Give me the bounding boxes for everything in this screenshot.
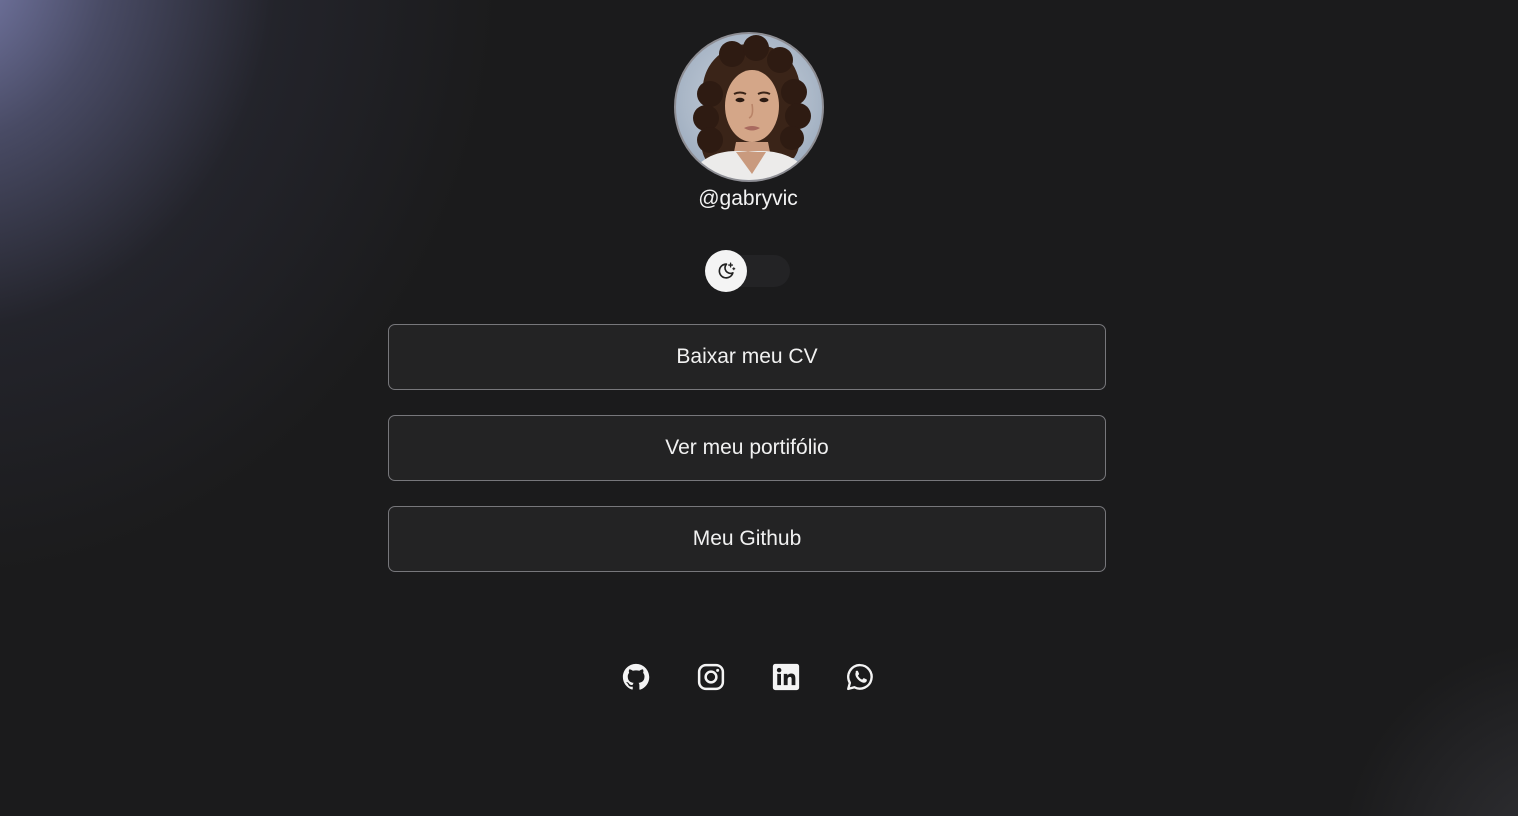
username: @gabryvic — [698, 187, 798, 210]
download-cv-button[interactable]: Baixar meu CV — [388, 324, 1106, 390]
whatsapp-icon — [847, 663, 873, 691]
avatar — [674, 32, 824, 182]
linkedin-link[interactable] — [769, 660, 803, 694]
portfolio-label: Ver meu portifólio — [665, 436, 829, 459]
github-link[interactable] — [619, 660, 653, 694]
download-cv-label: Baixar meu CV — [676, 345, 818, 368]
whatsapp-link[interactable] — [843, 660, 877, 694]
instagram-link[interactable] — [694, 660, 728, 694]
moon-stars-icon — [718, 262, 736, 279]
profile-page: @gabryvic Baixar meu CV Ver meu portifól… — [0, 0, 1518, 816]
portfolio-button[interactable]: Ver meu portifólio — [388, 415, 1106, 481]
github-label: Meu Github — [692, 527, 802, 550]
avatar-portrait-icon — [690, 35, 811, 180]
theme-toggle-knob[interactable] — [705, 250, 747, 292]
github-icon — [622, 663, 650, 690]
instagram-icon — [697, 663, 725, 691]
github-button[interactable]: Meu Github — [388, 506, 1106, 572]
linkedin-icon — [772, 663, 800, 691]
